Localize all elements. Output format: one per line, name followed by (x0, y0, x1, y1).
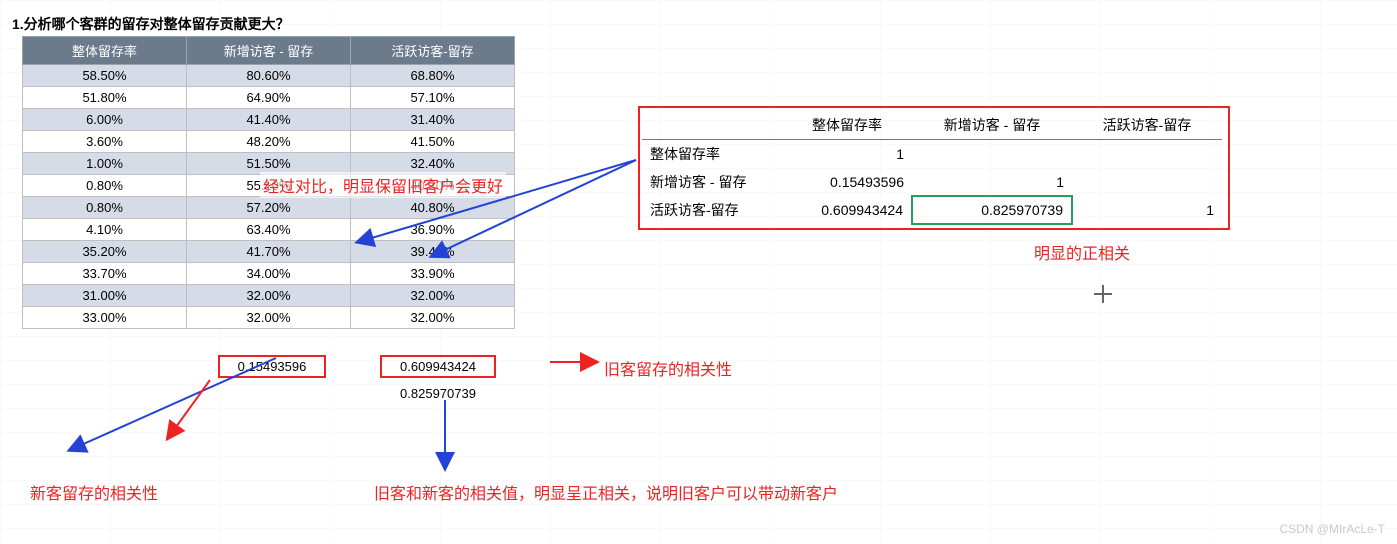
cross-corr-value[interactable]: 0.825970739 (356, 383, 520, 404)
selected-cell[interactable]: 0.825970739 (912, 196, 1072, 224)
col-header[interactable]: 新增访客 - 留存 (187, 37, 351, 65)
table-row[interactable]: 3.60%48.20%41.50% (23, 131, 515, 153)
data-cell[interactable]: 41.70% (187, 241, 351, 263)
table-row[interactable]: 33.70%34.00%33.90% (23, 263, 515, 285)
data-cell[interactable]: 0.80% (23, 197, 187, 219)
table-row[interactable]: 0.80%57.20%40.80% (23, 197, 515, 219)
data-cell[interactable]: 64.90% (187, 87, 351, 109)
data-cell[interactable]: 48.20% (187, 131, 351, 153)
data-cell[interactable]: 32.00% (187, 285, 351, 307)
correlation-values-row: 0.15493596 0.609943424 0.825970739 (22, 350, 522, 406)
table-row[interactable]: 58.50%80.60%68.80% (23, 65, 515, 87)
data-cell[interactable]: 41.50% (351, 131, 515, 153)
col-header[interactable]: 整体留存率 (23, 37, 187, 65)
data-cell[interactable]: 35.20% (23, 241, 187, 263)
data-cell[interactable]: 1.00% (23, 153, 187, 175)
data-cell[interactable]: 80.60% (187, 65, 351, 87)
corr-col-header[interactable]: 新增访客 - 留存 (912, 111, 1072, 140)
data-cell[interactable]: 57.20% (187, 197, 351, 219)
table-row[interactable]: 31.00%32.00%32.00% (23, 285, 515, 307)
corr-row: 活跃访客-留存 0.609943424 0.825970739 1 (642, 196, 1222, 224)
data-cell[interactable]: 32.00% (187, 307, 351, 329)
data-cell[interactable]: 41.40% (187, 109, 351, 131)
annotation-old-customer-corr: 旧客留存的相关性 (604, 356, 732, 380)
annotation-cross-corr: 旧客和新客的相关值，明显呈正相关，说明旧客户可以带动新客户 (374, 480, 838, 504)
table-row[interactable]: 51.80%64.90%57.10% (23, 87, 515, 109)
corr-row: 新增访客 - 留存 0.15493596 1 (642, 168, 1222, 196)
data-cell[interactable]: 68.80% (351, 65, 515, 87)
data-cell[interactable]: 4.10% (23, 219, 187, 241)
data-cell[interactable]: 33.70% (23, 263, 187, 285)
data-cell[interactable]: 63.40% (187, 219, 351, 241)
data-cell[interactable]: 39.40% (351, 241, 515, 263)
col-header[interactable]: 活跃访客-留存 (351, 37, 515, 65)
corr-col-header[interactable]: 活跃访客-留存 (1072, 111, 1222, 140)
data-cell[interactable]: 57.10% (351, 87, 515, 109)
table-row[interactable]: 33.00%32.00%32.00% (23, 307, 515, 329)
table-row[interactable]: 6.00%41.40%31.40% (23, 109, 515, 131)
data-cell[interactable]: 58.50% (23, 65, 187, 87)
data-cell[interactable]: 40.80% (351, 197, 515, 219)
data-cell[interactable]: 33.90% (351, 263, 515, 285)
old-corr-value[interactable]: 0.609943424 (356, 352, 520, 381)
page-title: 1.分析哪个客群的留存对整体留存贡献更大？ (12, 14, 290, 34)
corr-row: 整体留存率 1 (642, 140, 1222, 169)
data-cell[interactable]: 51.80% (23, 87, 187, 109)
data-cell[interactable]: 34.00% (187, 263, 351, 285)
watermark: CSDN @MIrAcLe-T (1279, 522, 1385, 536)
data-cell[interactable]: 33.00% (23, 307, 187, 329)
corr-col-header[interactable]: 整体留存率 (782, 111, 912, 140)
data-cell[interactable]: 31.40% (351, 109, 515, 131)
table-row[interactable]: 4.10%63.40%36.90% (23, 219, 515, 241)
empty-cell (24, 352, 188, 381)
data-cell[interactable]: 32.00% (351, 285, 515, 307)
data-cell[interactable]: 31.00% (23, 285, 187, 307)
data-cell[interactable]: 36.90% (351, 219, 515, 241)
annotation-new-customer-corr: 新客留存的相关性 (30, 480, 158, 504)
annotation-positive-correlation: 明显的正相关 (1034, 240, 1130, 264)
crosshair-cursor-icon (1094, 285, 1112, 303)
data-cell[interactable]: 0.80% (23, 175, 187, 197)
correlation-matrix[interactable]: 整体留存率 新增访客 - 留存 活跃访客-留存 整体留存率 1 新增访客 - 留… (638, 106, 1230, 230)
annotation-compare: 经过对比，明显保留旧客户会更好 (260, 172, 506, 198)
data-cell[interactable]: 6.00% (23, 109, 187, 131)
table-row[interactable]: 35.20%41.70%39.40% (23, 241, 515, 263)
data-cell[interactable]: 3.60% (23, 131, 187, 153)
data-cell[interactable]: 32.00% (351, 307, 515, 329)
new-corr-value[interactable]: 0.15493596 (190, 352, 354, 381)
